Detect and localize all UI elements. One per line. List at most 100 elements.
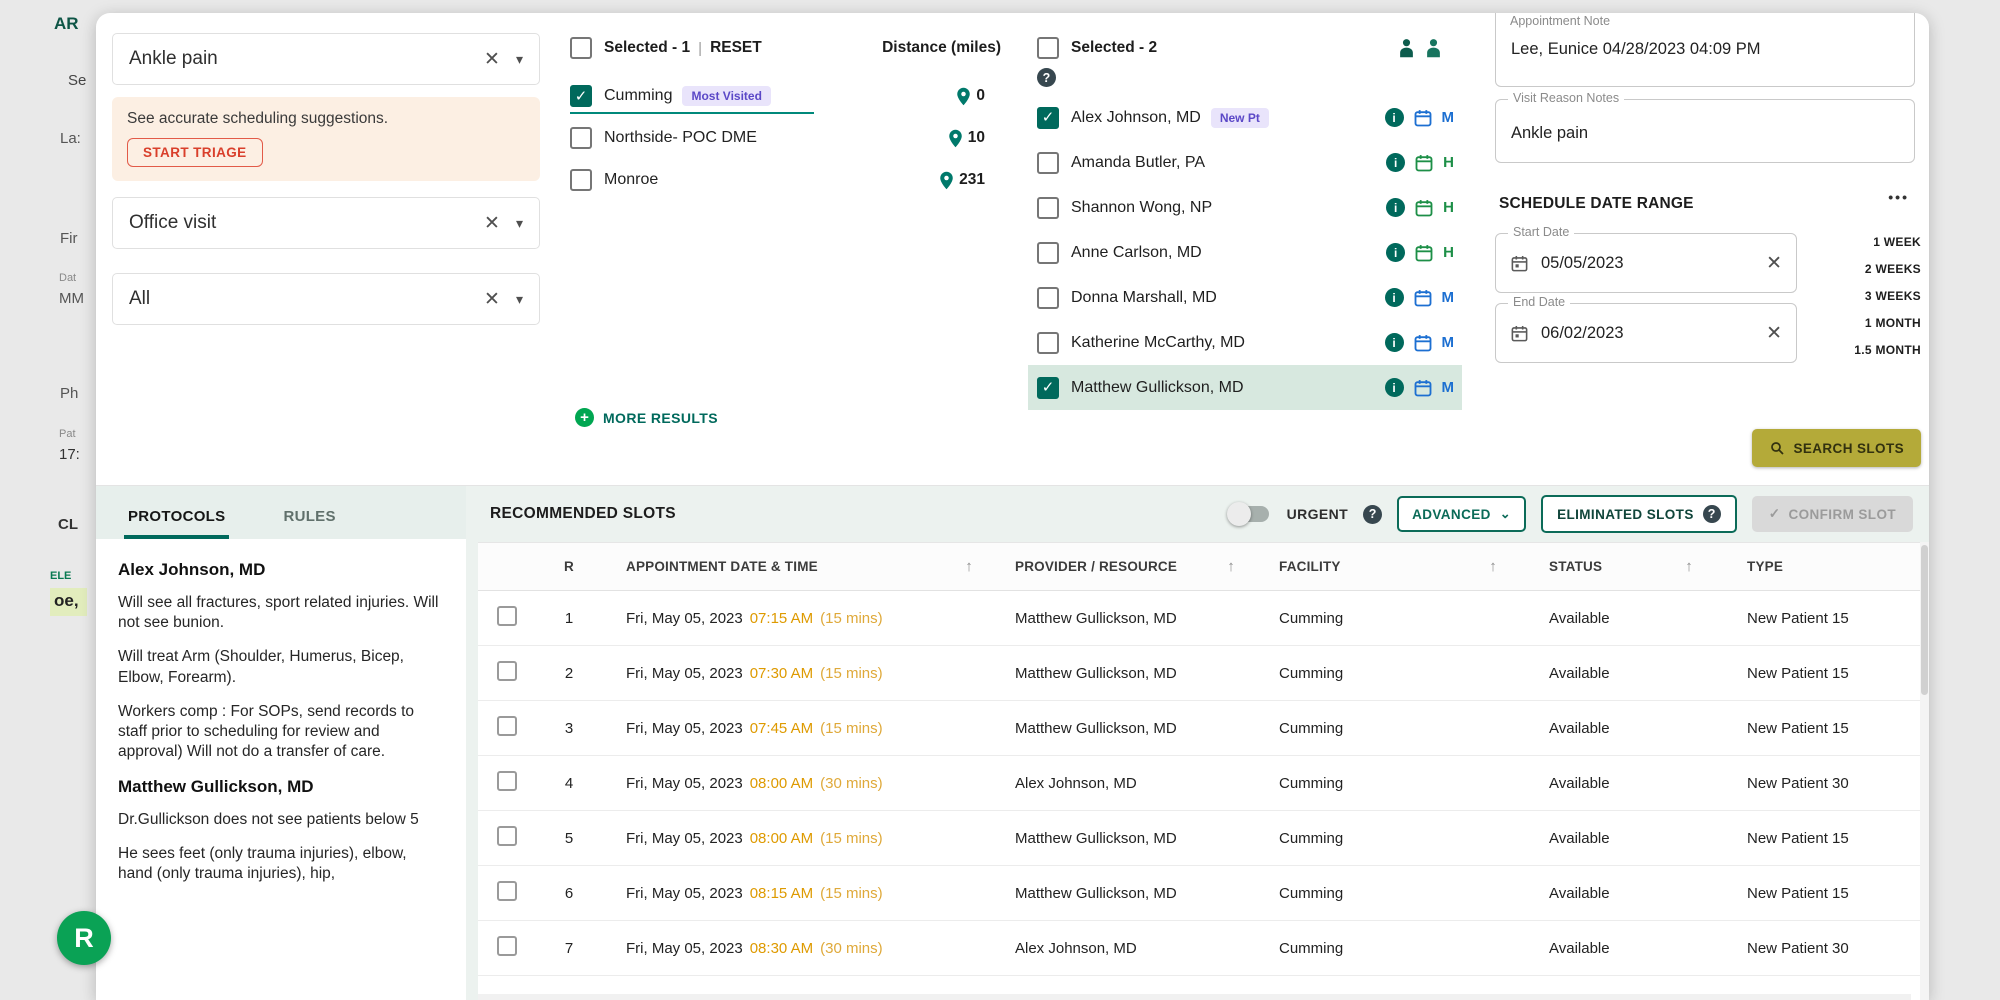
- calendar-icon[interactable]: [1414, 153, 1434, 173]
- slot-row[interactable]: 5 Fri, May 05, 2023 08:00 AM (15 mins) Mat…: [478, 811, 1920, 866]
- provider-checkbox[interactable]: [1037, 286, 1059, 309]
- provider-row-selected[interactable]: Matthew Gullickson, MD i M: [1028, 365, 1462, 410]
- advanced-button[interactable]: ADVANCED ⌄: [1397, 496, 1527, 532]
- slot-checkbox[interactable]: [497, 881, 517, 901]
- facilities-select-all-checkbox[interactable]: [570, 37, 592, 59]
- calendar-icon[interactable]: [1413, 108, 1433, 128]
- column-header-provider[interactable]: PROVIDER / RESOURCE ↑: [987, 558, 1249, 575]
- provider-row[interactable]: Shannon Wong, NP i H: [1037, 185, 1462, 230]
- quick-range-3-weeks[interactable]: 3 WEEKS: [1854, 289, 1921, 303]
- end-date-field[interactable]: End Date 06/02/2023 ✕: [1495, 295, 1797, 363]
- slot-checkbox[interactable]: [497, 661, 517, 681]
- eliminated-slots-button[interactable]: ELIMINATED SLOTS ?: [1541, 495, 1737, 533]
- sort-asc-icon[interactable]: ↑: [1685, 558, 1693, 575]
- tab-rules[interactable]: RULES: [279, 508, 339, 539]
- urgent-help-icon[interactable]: ?: [1363, 504, 1383, 524]
- slot-checkbox[interactable]: [497, 606, 517, 626]
- quick-range-1-week[interactable]: 1 WEEK: [1854, 235, 1921, 249]
- slot-row[interactable]: 7 Fri, May 05, 2023 08:30 AM (30 mins) Ale…: [478, 921, 1920, 976]
- slot-row[interactable]: 1 Fri, May 05, 2023 07:15 AM (15 mins) Mat…: [478, 591, 1920, 646]
- slot-row[interactable]: 4 Fri, May 05, 2023 08:00 AM (30 mins) Ale…: [478, 756, 1920, 811]
- slot-row[interactable]: 3 Fri, May 05, 2023 07:45 AM (15 mins) Mat…: [478, 701, 1920, 756]
- sort-asc-icon[interactable]: ↑: [1489, 558, 1497, 575]
- start-triage-button[interactable]: START TRIAGE: [127, 138, 263, 167]
- visit-reason-combobox[interactable]: Ankle pain ✕ ▾: [112, 33, 540, 85]
- providers-help-icon[interactable]: ?: [1037, 68, 1056, 87]
- slot-row[interactable]: 2 Fri, May 05, 2023 07:30 AM (15 mins) Mat…: [478, 646, 1920, 701]
- calendar-icon[interactable]: [1414, 243, 1434, 263]
- slot-row[interactable]: 6 Fri, May 05, 2023 08:15 AM (15 mins) Mat…: [478, 866, 1920, 921]
- calendar-icon[interactable]: [1413, 378, 1433, 398]
- clear-icon[interactable]: ✕: [1766, 322, 1782, 345]
- provider-checkbox[interactable]: [1037, 196, 1059, 219]
- urgent-toggle[interactable]: [1226, 502, 1269, 526]
- quick-range-2-weeks[interactable]: 2 WEEKS: [1854, 262, 1921, 276]
- column-header-status[interactable]: STATUS ↑: [1511, 558, 1707, 575]
- calendar-icon[interactable]: [1414, 198, 1434, 218]
- info-icon[interactable]: i: [1384, 333, 1404, 352]
- facility-row[interactable]: Monroe 231: [570, 159, 1017, 201]
- chevron-down-icon[interactable]: ▾: [516, 215, 523, 232]
- horizontal-scrollbar[interactable]: [478, 994, 1911, 1000]
- calendar-icon[interactable]: [1413, 333, 1433, 353]
- tab-protocols[interactable]: PROTOCOLS: [124, 508, 230, 539]
- chevron-down-icon[interactable]: ▾: [516, 51, 523, 68]
- slot-checkbox[interactable]: [497, 771, 517, 791]
- facility-row[interactable]: Cumming Most Visited 0: [570, 75, 1017, 117]
- info-icon[interactable]: i: [1386, 153, 1406, 172]
- provider-checkbox[interactable]: [1037, 151, 1059, 174]
- calendar-picker-icon[interactable]: [1510, 324, 1529, 343]
- provider-checkbox[interactable]: [1037, 241, 1059, 264]
- slot-checkbox[interactable]: [497, 716, 517, 736]
- info-icon[interactable]: i: [1386, 198, 1406, 217]
- visit-type-combobox[interactable]: Office visit ✕ ▾: [112, 197, 540, 249]
- chevron-down-icon[interactable]: ▾: [516, 291, 523, 308]
- column-header-facility[interactable]: FACILITY ↑: [1249, 558, 1511, 575]
- providers-select-all-checkbox[interactable]: [1037, 37, 1059, 59]
- sort-asc-icon[interactable]: ↑: [1227, 558, 1235, 575]
- facility-checkbox[interactable]: [570, 169, 592, 191]
- provider-checkbox[interactable]: [1037, 376, 1059, 399]
- visit-reason-notes-field[interactable]: Visit Reason Notes Ankle pain: [1495, 91, 1915, 163]
- slot-time: 08:00 AM: [749, 829, 814, 847]
- quick-range-1-5-month[interactable]: 1.5 MONTH: [1854, 343, 1921, 357]
- referral-fab-button[interactable]: R: [57, 911, 111, 965]
- provider-checkbox[interactable]: [1037, 331, 1059, 354]
- info-icon[interactable]: i: [1384, 288, 1404, 307]
- provider-row[interactable]: Donna Marshall, MD i M: [1037, 275, 1462, 320]
- scrollbar-thumb[interactable]: [1921, 545, 1928, 695]
- column-header-type[interactable]: TYPE: [1707, 559, 1920, 574]
- overflow-menu-icon[interactable]: •••: [1888, 189, 1909, 205]
- slot-checkbox[interactable]: [497, 826, 517, 846]
- quick-range-1-month[interactable]: 1 MONTH: [1854, 316, 1921, 330]
- provider-row[interactable]: Alex Johnson, MD New Pt i M: [1037, 95, 1462, 140]
- facility-row[interactable]: Northside- POC DME 10: [570, 117, 1017, 159]
- clear-icon[interactable]: ✕: [484, 212, 500, 235]
- more-results-button[interactable]: + MORE RESULTS: [575, 408, 718, 427]
- search-slots-button[interactable]: SEARCH SLOTS: [1752, 429, 1921, 467]
- column-header-rank[interactable]: R: [538, 559, 600, 574]
- slots-area: RECOMMENDED SLOTS URGENT ? ADVANCED ⌄ EL…: [478, 486, 1929, 1000]
- facilities-reset-button[interactable]: RESET: [710, 39, 762, 57]
- all-filter-combobox[interactable]: All ✕ ▾: [112, 273, 540, 325]
- calendar-icon[interactable]: [1413, 288, 1433, 308]
- vertical-scrollbar[interactable]: [1920, 542, 1929, 1000]
- clear-icon[interactable]: ✕: [1766, 252, 1782, 275]
- provider-row[interactable]: Amanda Butler, PA i H: [1037, 140, 1462, 185]
- start-date-field[interactable]: Start Date 05/05/2023 ✕: [1495, 225, 1797, 293]
- clear-icon[interactable]: ✕: [484, 48, 500, 71]
- confirm-slot-button[interactable]: ✓ CONFIRM SLOT: [1751, 496, 1913, 532]
- provider-row[interactable]: Anne Carlson, MD i H: [1037, 230, 1462, 275]
- info-icon[interactable]: i: [1384, 108, 1404, 127]
- clear-icon[interactable]: ✕: [484, 288, 500, 311]
- facility-checkbox[interactable]: [570, 85, 592, 107]
- info-icon[interactable]: i: [1384, 378, 1404, 397]
- calendar-picker-icon[interactable]: [1510, 254, 1529, 273]
- slot-checkbox[interactable]: [497, 936, 517, 956]
- facility-checkbox[interactable]: [570, 127, 592, 149]
- info-icon[interactable]: i: [1386, 243, 1406, 262]
- provider-row[interactable]: Katherine McCarthy, MD i M: [1037, 320, 1462, 365]
- sort-asc-icon[interactable]: ↑: [965, 558, 973, 575]
- provider-checkbox[interactable]: [1037, 106, 1059, 129]
- column-header-datetime[interactable]: APPOINTMENT DATE & TIME ↑: [600, 558, 987, 575]
